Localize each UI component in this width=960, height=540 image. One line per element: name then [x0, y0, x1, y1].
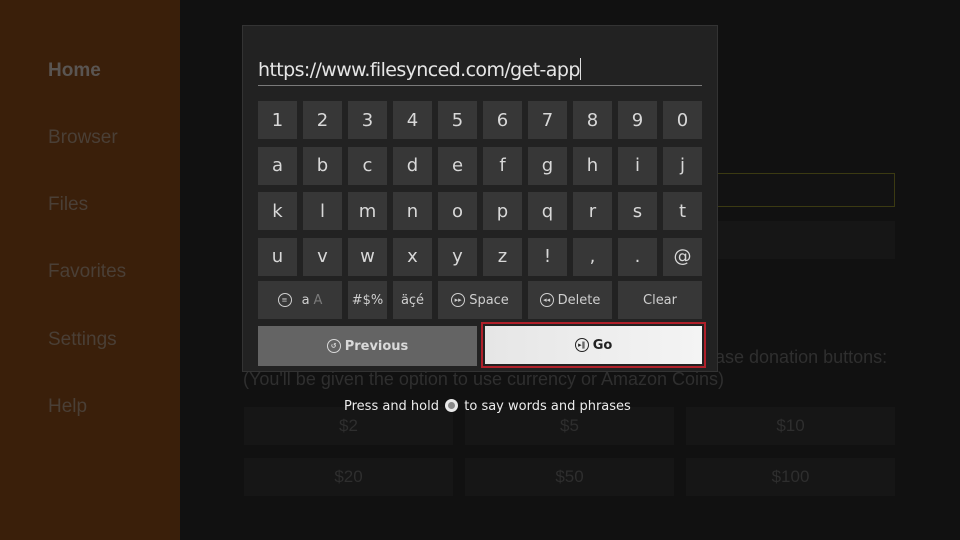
key-e[interactable]: e — [438, 146, 477, 185]
symbols-key[interactable]: #$% — [348, 281, 387, 319]
key-9[interactable]: 9 — [618, 101, 657, 139]
microphone-button-icon — [445, 399, 459, 412]
donation-prompt: ase donation buttons: — [715, 347, 888, 367]
key-y[interactable]: y — [438, 237, 477, 276]
sidebar-item-home[interactable]: Home — [48, 60, 101, 82]
key-j[interactable]: j — [663, 146, 702, 185]
voice-hint-after: to say words and phrases — [460, 399, 631, 414]
key-7[interactable]: 7 — [528, 101, 567, 139]
go-button-face: ▸‖ Go — [485, 326, 702, 364]
key-r[interactable]: r — [573, 192, 612, 230]
sidebar-item-files[interactable]: Files — [48, 194, 88, 216]
donation-button-50[interactable]: $50 — [465, 458, 674, 496]
key-d[interactable]: d — [393, 146, 432, 185]
key-i[interactable]: i — [618, 146, 657, 185]
space-label: Space — [469, 292, 509, 308]
sidebar-item-browser[interactable]: Browser — [48, 127, 118, 149]
key-q[interactable]: q — [528, 192, 567, 230]
key-,[interactable]: , — [573, 237, 612, 276]
key-0[interactable]: 0 — [663, 101, 702, 139]
url-input-value: https://www.filesynced.com/get-app — [258, 59, 580, 81]
accents-key[interactable]: äçé — [393, 281, 432, 319]
key-3[interactable]: 3 — [348, 101, 387, 139]
key-6[interactable]: 6 — [483, 101, 522, 139]
key-2[interactable]: 2 — [303, 101, 342, 139]
menu-icon: ≡ — [277, 293, 292, 307]
key-t[interactable]: t — [663, 192, 702, 230]
space-key[interactable]: ▸▸ Space — [438, 281, 522, 319]
donation-note: (You'll be given the option to use curre… — [243, 369, 725, 389]
key-v[interactable]: v — [303, 237, 342, 276]
case-small-label: a — [301, 292, 310, 308]
sidebar-item-favorites[interactable]: Favorites — [48, 261, 126, 283]
sidebar-item-help[interactable]: Help — [48, 396, 87, 418]
go-label: Go — [592, 337, 613, 353]
key-h[interactable]: h — [573, 146, 612, 185]
key-f[interactable]: f — [483, 146, 522, 185]
play-pause-icon: ▸‖ — [574, 338, 589, 352]
key-w[interactable]: w — [348, 237, 387, 276]
key-c[interactable]: c — [348, 146, 387, 185]
key-![interactable]: ! — [528, 237, 567, 276]
key-1[interactable]: 1 — [258, 101, 297, 139]
previous-label: Previous — [344, 338, 409, 354]
case-large-label: A — [313, 292, 323, 308]
key-g[interactable]: g — [528, 146, 567, 185]
previous-button[interactable]: ↺ Previous — [258, 326, 477, 366]
key-m[interactable]: m — [348, 192, 387, 230]
key-k[interactable]: k — [258, 192, 297, 230]
key-p[interactable]: p — [483, 192, 522, 230]
key-8[interactable]: 8 — [573, 101, 612, 139]
key-@[interactable]: @ — [663, 237, 702, 276]
key-l[interactable]: l — [303, 192, 342, 230]
sidebar-item-settings[interactable]: Settings — [48, 329, 117, 351]
delete-label: Delete — [557, 292, 601, 308]
donation-button-20[interactable]: $20 — [244, 458, 453, 496]
keyboard-panel: https://www.filesynced.com/get-app 12345… — [242, 25, 718, 372]
case-toggle-key[interactable]: ≡ aA — [258, 281, 342, 319]
go-button[interactable]: ▸‖ Go — [481, 322, 706, 368]
back-icon: ↺ — [326, 339, 341, 353]
donation-button-10[interactable]: $10 — [686, 407, 895, 445]
key-.[interactable]: . — [618, 237, 657, 276]
key-o[interactable]: o — [438, 192, 477, 230]
delete-key[interactable]: ◂◂ Delete — [528, 281, 612, 319]
url-input[interactable]: https://www.filesynced.com/get-app — [258, 58, 702, 86]
key-s[interactable]: s — [618, 192, 657, 230]
key-4[interactable]: 4 — [393, 101, 432, 139]
key-u[interactable]: u — [258, 237, 297, 276]
fast-forward-icon: ▸▸ — [451, 293, 466, 307]
donation-button-100[interactable]: $100 — [686, 458, 895, 496]
text-cursor — [579, 58, 581, 80]
key-5[interactable]: 5 — [438, 101, 477, 139]
key-z[interactable]: z — [483, 237, 522, 276]
voice-hint-before: Press and hold — [344, 399, 444, 414]
sidebar: Home Browser Files Favorites Settings He… — [0, 0, 180, 540]
key-n[interactable]: n — [393, 192, 432, 230]
clear-key[interactable]: Clear — [618, 281, 702, 319]
key-x[interactable]: x — [393, 237, 432, 276]
key-a[interactable]: a — [258, 146, 297, 185]
key-b[interactable]: b — [303, 146, 342, 185]
rewind-icon: ◂◂ — [539, 293, 554, 307]
